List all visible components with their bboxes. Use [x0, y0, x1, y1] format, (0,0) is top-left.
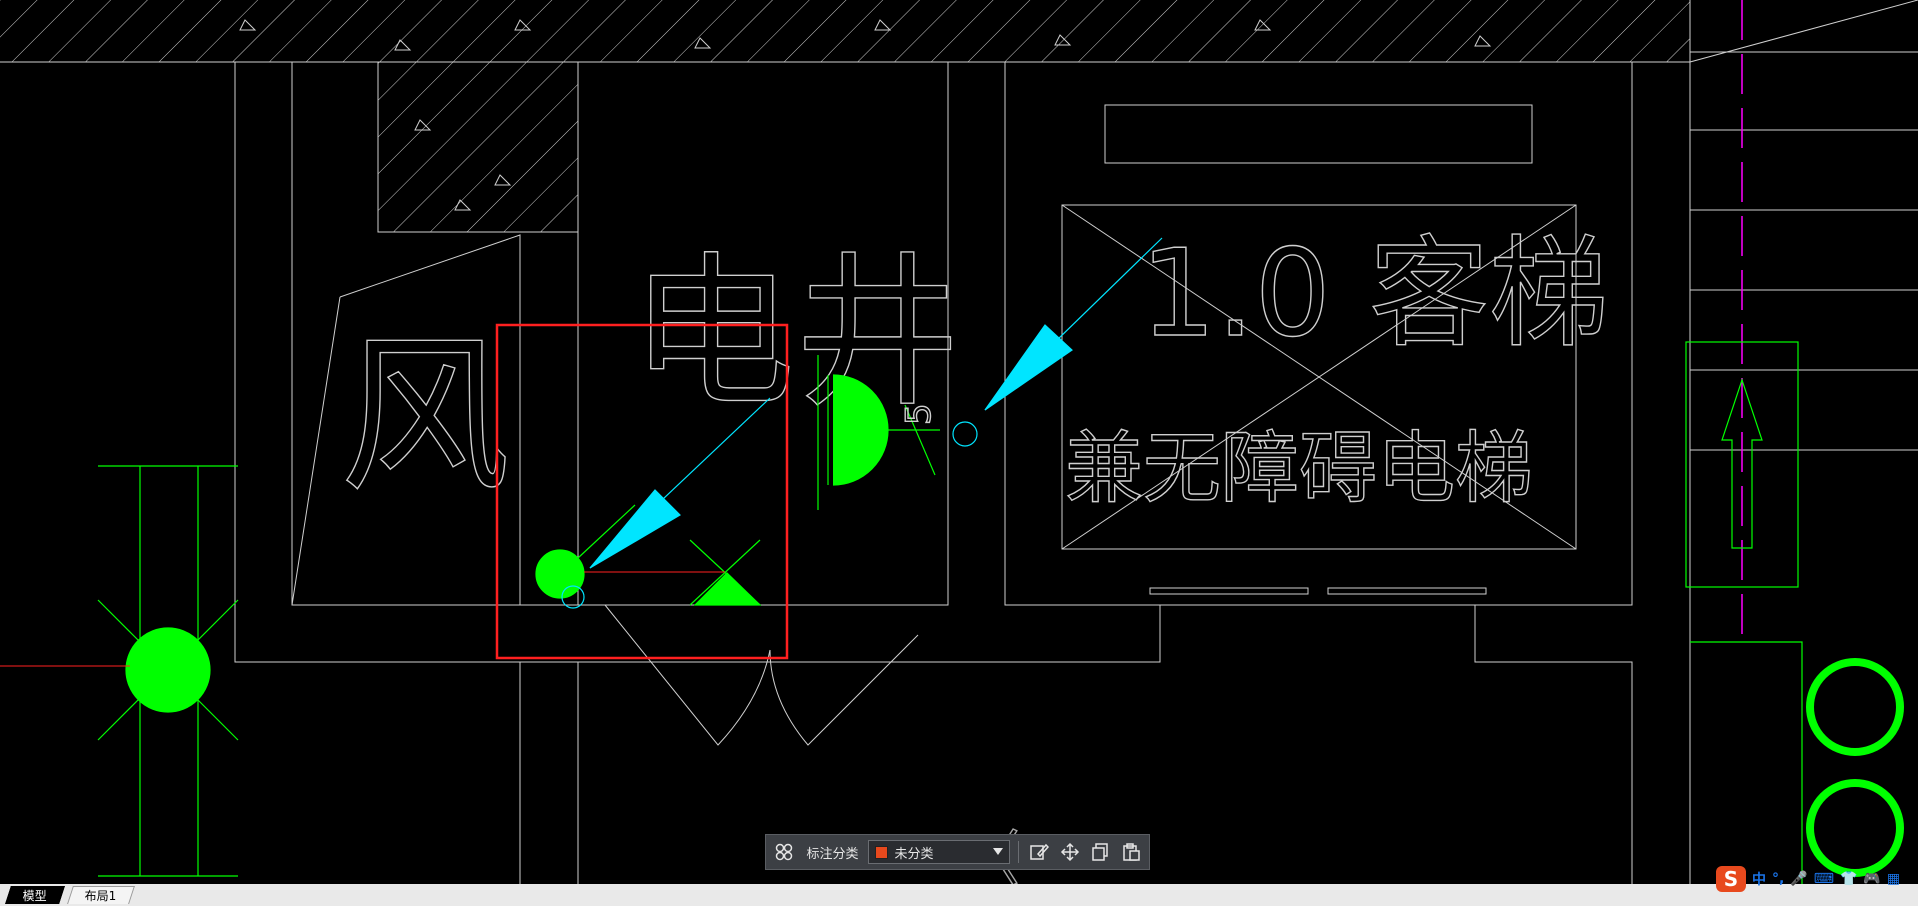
- category-selected-value: 未分类: [894, 846, 934, 862]
- layout-tab-bar: [0, 884, 1918, 906]
- elevator-type-label: 兼无障碍电梯: [1065, 424, 1533, 514]
- green-ring-2: [1806, 779, 1904, 877]
- paste-icon[interactable]: [1119, 839, 1143, 865]
- electrical-well-label: 电井: [630, 237, 960, 429]
- move-icon[interactable]: [1058, 839, 1082, 865]
- skin-icon[interactable]: 👕: [1840, 871, 1857, 887]
- game-icon[interactable]: 🎮: [1863, 871, 1880, 887]
- ime-lang-toggle[interactable]: 中: [1752, 869, 1766, 889]
- light-fixture-left: [97, 465, 239, 877]
- tab-layout1[interactable]: 布局1: [67, 886, 135, 904]
- chevron-down-icon: [993, 848, 1004, 855]
- keyboard-icon[interactable]: ⌨: [1814, 871, 1834, 887]
- toolbar-divider: [1018, 841, 1020, 863]
- elevator-spec-label: 1.0 客梯: [1140, 225, 1609, 364]
- toolbox-icon[interactable]: ▦: [1887, 871, 1900, 887]
- category-color-swatch: [875, 845, 889, 859]
- ime-tray: S 中 °, 🎤 ⌨ 👕 🎮 ▦: [1716, 864, 1900, 894]
- category-dropdown[interactable]: 未分类: [868, 840, 1011, 864]
- edit-icon[interactable]: [1027, 839, 1051, 865]
- dimension-number: 5: [899, 403, 939, 425]
- sogou-logo-icon[interactable]: S: [1716, 866, 1746, 892]
- green-ring-1: [1806, 658, 1904, 756]
- punctuation-icon[interactable]: °,: [1772, 871, 1784, 887]
- hatched-wall: [0, 0, 1690, 232]
- shaft-label: 风: [340, 318, 510, 516]
- tab-model[interactable]: 模型: [5, 886, 65, 904]
- grid-icon[interactable]: [772, 839, 796, 865]
- category-label: 标注分类: [806, 846, 859, 862]
- direction-arrow: [1685, 341, 1803, 884]
- cad-drawing-canvas[interactable]: 风 电井 1.0 客梯 兼无障碍电梯 5: [0, 0, 1918, 906]
- microphone-icon[interactable]: 🎤: [1790, 871, 1807, 887]
- annotation-toolbar: 标注分类 未分类: [765, 834, 1150, 870]
- copy-icon[interactable]: [1088, 839, 1112, 865]
